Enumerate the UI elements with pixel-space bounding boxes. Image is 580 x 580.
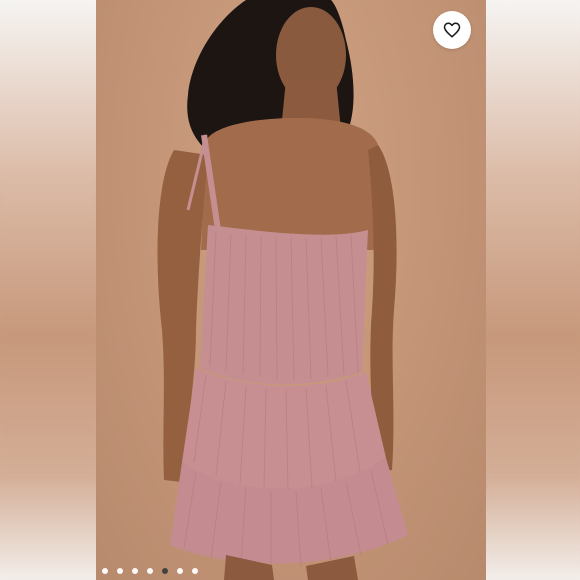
- product-photo[interactable]: [96, 0, 486, 580]
- gallery-pagination: [102, 568, 198, 574]
- dress-middle-tier: [182, 368, 386, 489]
- image-viewer: [0, 0, 580, 580]
- gallery-dot[interactable]: [192, 568, 198, 574]
- gallery-dot[interactable]: [162, 568, 168, 574]
- gallery-dot[interactable]: [177, 568, 183, 574]
- product-photo-illustration: [157, 0, 408, 580]
- blurred-backdrop-right: [484, 0, 580, 580]
- gallery-dot[interactable]: [102, 568, 108, 574]
- like-button[interactable]: [433, 11, 471, 49]
- heart-outline-icon: [443, 22, 461, 38]
- gallery-dot[interactable]: [132, 568, 138, 574]
- blurred-backdrop-left: [0, 0, 96, 580]
- gallery-dot[interactable]: [147, 568, 153, 574]
- gallery-dot[interactable]: [117, 568, 123, 574]
